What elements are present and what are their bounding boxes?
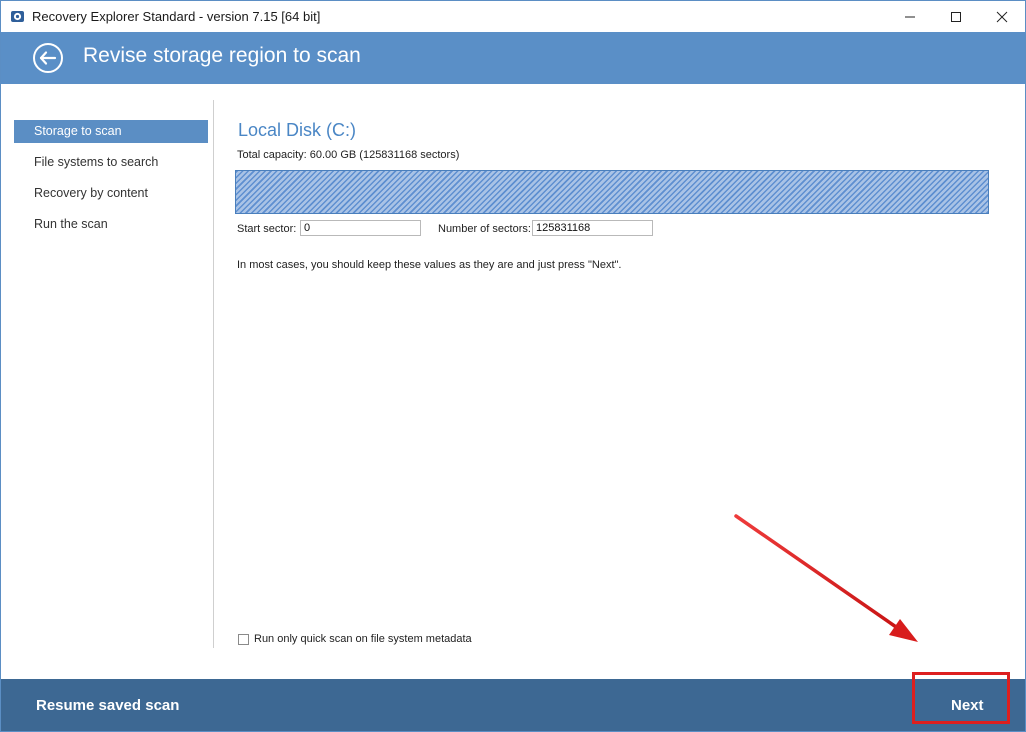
sidebar-item-recovery-by-content[interactable]: Recovery by content (14, 182, 208, 205)
app-logo-icon (11, 11, 24, 22)
sidebar-divider (213, 100, 214, 648)
window-title: Recovery Explorer Standard - version 7.1… (32, 9, 321, 24)
maximize-button[interactable] (933, 1, 979, 32)
minimize-button[interactable] (887, 1, 933, 32)
start-sector-input[interactable] (300, 220, 421, 236)
quick-scan-option[interactable]: Run only quick scan on file system metad… (238, 632, 472, 646)
hint-text: In most cases, you should keep these val… (237, 259, 622, 271)
page-title: Revise storage region to scan (83, 44, 361, 67)
sidebar-item-storage-to-scan[interactable]: Storage to scan (14, 120, 208, 143)
quick-scan-label: Run only quick scan on file system metad… (254, 633, 472, 645)
title-bar: Recovery Explorer Standard - version 7.1… (1, 1, 1025, 32)
page-header: Revise storage region to scan (1, 32, 1025, 84)
total-capacity-text: Total capacity: 60.00 GB (125831168 sect… (237, 149, 460, 161)
app-window: Recovery Explorer Standard - version 7.1… (0, 0, 1026, 732)
resume-saved-scan-button[interactable]: Resume saved scan (36, 679, 179, 731)
start-sector-label: Start sector: (237, 223, 297, 235)
close-button[interactable] (979, 1, 1025, 32)
back-arrow-icon[interactable] (32, 42, 64, 74)
quick-scan-checkbox[interactable] (238, 633, 249, 645)
disk-title: Local Disk (C:) (238, 120, 357, 140)
sidebar-item-file-systems-to-search[interactable]: File systems to search (14, 151, 208, 174)
storage-region-bar[interactable] (235, 170, 989, 214)
number-of-sectors-label: Number of sectors: (438, 223, 531, 235)
highlight-box (912, 672, 1010, 724)
number-of-sectors-input[interactable] (532, 220, 653, 236)
maximize-icon (951, 11, 961, 22)
footer-bar: Resume saved scan Next (1, 679, 1025, 731)
minimize-icon (905, 16, 915, 17)
sidebar-item-run-the-scan[interactable]: Run the scan (14, 213, 208, 236)
close-icon (996, 11, 1008, 22)
